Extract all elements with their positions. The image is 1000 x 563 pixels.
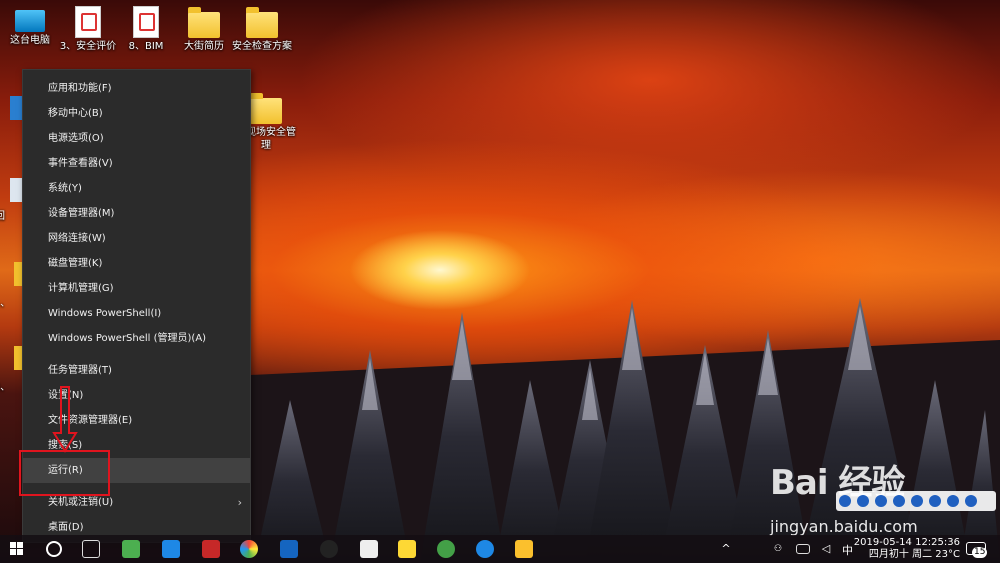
menu-item-disk-management[interactable]: 磁盘管理(K) xyxy=(23,251,250,276)
annotation-arrow-icon xyxy=(52,386,78,453)
ime-toolbar-icon[interactable] xyxy=(857,495,869,507)
desktop-icon-label: 这台电脑 xyxy=(10,35,50,46)
desktop-icon-label: 8、BIM xyxy=(128,41,164,52)
app-icon[interactable] xyxy=(162,540,180,558)
notes-app-icon[interactable] xyxy=(398,540,416,558)
menu-item-powershell[interactable]: Windows PowerShell(I) xyxy=(23,301,250,326)
menu-item-computer-management[interactable]: 计算机管理(G) xyxy=(23,276,250,301)
ime-toolbar xyxy=(836,491,996,511)
task-view-icon[interactable] xyxy=(82,540,100,558)
ime-toolbar-icon[interactable] xyxy=(839,495,851,507)
menu-item-network-connections[interactable]: 网络连接(W) xyxy=(23,226,250,251)
wechat-icon[interactable] xyxy=(122,540,140,558)
menu-item-label: 关机或注销(U) xyxy=(48,497,114,508)
menu-item-powershell-admin[interactable]: Windows PowerShell (管理员)(A) xyxy=(23,326,250,351)
desktop-icon-label: 大街简历 xyxy=(184,41,224,52)
file-explorer-icon[interactable] xyxy=(515,540,533,558)
chevron-up-icon[interactable]: ^ xyxy=(720,540,732,558)
refresh-app-icon[interactable] xyxy=(437,540,455,558)
watermark-url: jingyan.baidu.com xyxy=(770,517,918,536)
desktop-partial-label: 2、 xyxy=(0,382,11,393)
menu-item-label: Windows PowerShell (管理员)(A) xyxy=(48,333,207,344)
menu-item-label: 计算机管理(G) xyxy=(48,283,114,294)
folder-icon xyxy=(246,7,278,38)
ime-indicator[interactable]: 中 xyxy=(842,542,853,558)
folder-icon xyxy=(188,7,220,38)
start-button[interactable] xyxy=(10,542,24,556)
annotation-highlight-box xyxy=(19,450,110,496)
menu-item-device-manager[interactable]: 设备管理器(M) xyxy=(23,201,250,226)
desktop-partial-label: 1、 xyxy=(0,298,11,309)
clock[interactable]: 2019-05-14 12:25:36 四月初十 周二 23°C xyxy=(854,537,960,561)
desktop-icon-safety-evaluation[interactable]: 3、安全评价 xyxy=(56,6,120,53)
windows-logo-icon xyxy=(17,542,23,548)
ime-toolbar-icon[interactable] xyxy=(911,495,923,507)
cortana-icon[interactable] xyxy=(46,541,62,557)
notification-count-badge: 15 xyxy=(972,547,988,558)
taskbar: ^ ⚇ ◁ 中 2019-05-14 12:25:36 四月初十 周二 23°C… xyxy=(0,535,1000,563)
ime-toolbar-icon[interactable] xyxy=(875,495,887,507)
wps-icon[interactable] xyxy=(202,540,220,558)
desktop-icon-label: 安全检查方案 xyxy=(232,41,292,52)
clock-lunar-date: 四月初十 周二 23°C xyxy=(868,549,960,560)
ie-icon[interactable] xyxy=(476,540,494,558)
menu-item-system[interactable]: 系统(Y) xyxy=(23,176,250,201)
people-icon[interactable]: ⚇ xyxy=(772,540,784,558)
menu-item-label: 设备管理器(M) xyxy=(48,208,115,219)
windows-logo-icon xyxy=(10,549,16,555)
folder-icon xyxy=(250,93,282,124)
menu-item-label: 应用和功能(F) xyxy=(48,83,112,94)
desktop-icon-bim[interactable]: 8、BIM xyxy=(114,6,178,53)
menu-item-power-options[interactable]: 电源选项(O) xyxy=(23,126,250,151)
battery-icon[interactable] xyxy=(796,544,810,554)
ime-toolbar-icon[interactable] xyxy=(947,495,959,507)
desktop-icon-resume[interactable]: 大街简历 xyxy=(172,6,236,53)
browser-icon[interactable] xyxy=(240,540,258,558)
menu-item-label: 任务管理器(T) xyxy=(48,365,112,376)
ime-toolbar-icon[interactable] xyxy=(965,495,977,507)
chevron-right-icon: › xyxy=(237,496,242,509)
menu-item-apps-features[interactable]: 应用和功能(F) xyxy=(23,76,250,101)
menu-item-event-viewer[interactable]: 事件查看器(V) xyxy=(23,151,250,176)
menu-item-label: 系统(Y) xyxy=(48,183,82,194)
document-icon xyxy=(75,6,101,38)
menu-item-label: 事件查看器(V) xyxy=(48,158,113,169)
menu-item-label: 桌面(D) xyxy=(48,522,84,533)
computer-icon xyxy=(15,10,45,32)
qq-icon[interactable] xyxy=(320,540,338,558)
document-icon xyxy=(133,6,159,38)
ime-toolbar-icon[interactable] xyxy=(929,495,941,507)
windows-logo-icon xyxy=(10,542,16,548)
windows-logo-icon xyxy=(17,549,23,555)
menu-separator xyxy=(23,351,250,358)
menu-item-mobility-center[interactable]: 移动中心(B) xyxy=(23,101,250,126)
ime-toolbar-icon[interactable] xyxy=(893,495,905,507)
menu-item-label: 移动中心(B) xyxy=(48,108,103,119)
clock-time: 2019-05-14 12:25:36 xyxy=(853,537,960,548)
menu-item-label: 网络连接(W) xyxy=(48,233,106,244)
volume-icon[interactable]: ◁ xyxy=(820,540,832,558)
desktop-icon-label: 3、安全评价 xyxy=(59,41,117,52)
menu-item-label: Windows PowerShell(I) xyxy=(48,308,162,319)
app-icon[interactable] xyxy=(280,540,298,558)
desktop-partial-label: 回 xyxy=(0,210,20,223)
desktop-icon-this-pc[interactable]: 这台电脑 xyxy=(0,6,62,47)
fox-app-icon[interactable] xyxy=(360,540,378,558)
desktop-icon-safety-inspection[interactable]: 安全检查方案 xyxy=(230,6,294,53)
menu-item-label: 电源选项(O) xyxy=(48,133,104,144)
menu-item-task-manager[interactable]: 任务管理器(T) xyxy=(23,358,250,383)
menu-item-label: 磁盘管理(K) xyxy=(48,258,103,269)
